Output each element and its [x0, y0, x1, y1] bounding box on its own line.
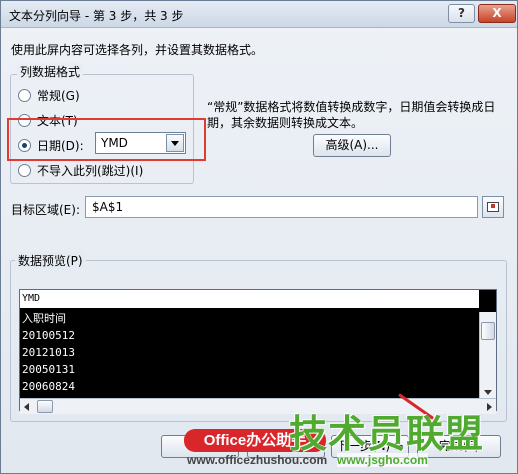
preview-row: 20050131: [22, 363, 75, 376]
text-import-wizard-dialog: 文本分列向导 - 第 3 步，共 3 步 ? X 使用此屏内容可选择各列，并设置…: [0, 0, 518, 474]
watermark-site-url: www.jsgho.com: [337, 453, 428, 467]
scroll-right-arrow-icon[interactable]: [487, 403, 492, 411]
radio-skip-dot[interactable]: [18, 163, 31, 177]
vertical-scroll-thumb[interactable]: [481, 322, 495, 340]
preview-row: 20121013: [22, 346, 75, 359]
annotation-highlight-box: [7, 118, 206, 161]
watermark-logo: 技术员联盟: [289, 412, 485, 456]
column-format-legend: 列数据格式: [17, 63, 84, 80]
radio-general-dot[interactable]: [18, 88, 31, 102]
radio-general[interactable]: 常规(G): [18, 87, 80, 103]
preview-vertical-scrollbar[interactable]: [479, 312, 496, 398]
title-bar: 文本分列向导 - 第 3 步，共 3 步 ? X: [1, 1, 517, 28]
range-select-icon: [487, 202, 499, 212]
advanced-button[interactable]: 高级(A)...: [313, 134, 391, 157]
radio-skip[interactable]: 不导入此列(跳过)(I): [18, 162, 143, 178]
data-preview-legend: 数据预览(P): [15, 252, 86, 269]
collapse-dialog-button[interactable]: [482, 196, 504, 218]
radio-general-label: 常规(G): [37, 88, 80, 103]
destination-label: 目标区域(E):: [11, 203, 80, 217]
format-description: “常规”数据格式将数值转换成数字，日期值会转换成日期，其余数据则转换成文本。: [207, 100, 496, 130]
destination-value: $A$1: [92, 200, 124, 214]
preview-row: 20100512: [22, 329, 75, 342]
scroll-down-arrow-icon[interactable]: [484, 390, 492, 395]
data-preview-grid[interactable]: YMD 入职时间 20100512 20121013 20050131 2006…: [19, 289, 497, 411]
scroll-left-arrow-icon[interactable]: [24, 403, 29, 411]
intro-text: 使用此屏内容可选择各列，并设置其数据格式。: [11, 43, 264, 57]
window-title: 文本分列向导 - 第 3 步，共 3 步: [9, 9, 184, 23]
preview-column-header[interactable]: YMD: [20, 290, 480, 309]
help-button[interactable]: ?: [448, 4, 475, 23]
destination-input[interactable]: $A$1: [85, 196, 478, 218]
preview-rows: 入职时间 20100512 20121013 20050131 20060824: [22, 310, 75, 395]
horizontal-scroll-thumb[interactable]: [37, 400, 53, 413]
radio-skip-label: 不导入此列(跳过)(I): [37, 163, 144, 178]
close-button[interactable]: X: [478, 4, 516, 23]
preview-row: 入职时间: [22, 312, 66, 325]
preview-row: 20060824: [22, 380, 75, 393]
